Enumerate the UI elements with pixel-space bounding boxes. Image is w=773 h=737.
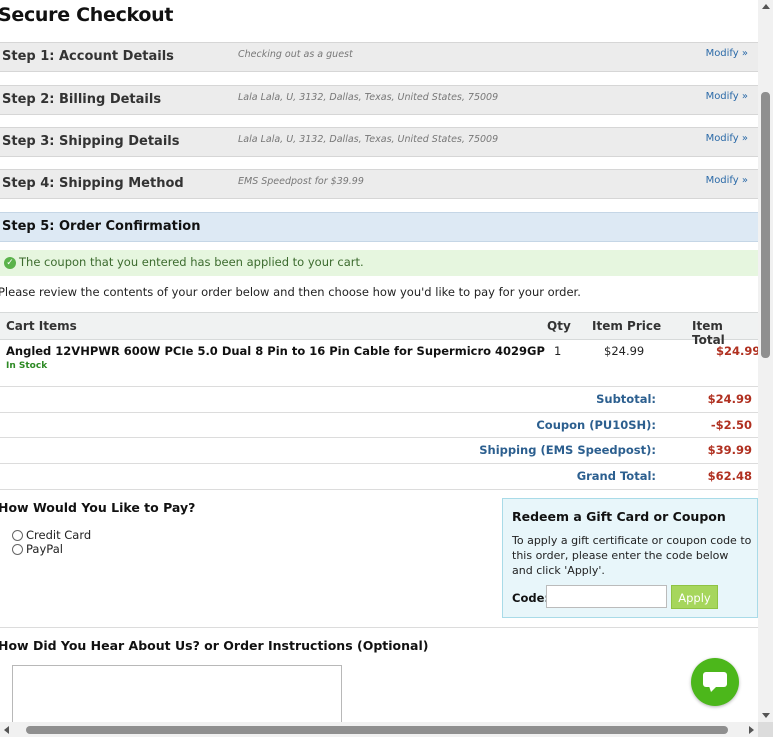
gift-card-description: To apply a gift certificate or coupon co… <box>512 534 752 577</box>
payment-section-title: How Would You Like to Pay? <box>0 500 196 515</box>
scrollbar-thumb[interactable] <box>761 92 770 358</box>
summary-label: Subtotal: <box>596 392 656 406</box>
gift-card-title: Redeem a Gift Card or Coupon <box>512 509 726 524</box>
step-label: Step 2: Billing Details <box>2 92 162 107</box>
coupon-success-notice: ✓ The coupon that you entered has been a… <box>0 250 758 276</box>
step-label: Step 3: Shipping Details <box>2 134 180 149</box>
credit-card-label[interactable]: Credit Card <box>26 528 91 542</box>
step-info: Checking out as a guest <box>238 49 353 60</box>
paypal-radio[interactable] <box>12 544 23 555</box>
item-name[interactable]: Angled 12VHPWR 600W PCIe 5.0 Dual 8 Pin … <box>6 344 545 358</box>
shipping-row: Shipping (EMS Speedpost): $39.99 <box>0 437 758 463</box>
item-qty: 1 <box>554 344 562 358</box>
scroll-left-arrow-icon[interactable] <box>4 726 9 734</box>
code-label: Code: <box>512 591 549 605</box>
summary-label: Coupon (PU10SH): <box>536 418 656 432</box>
stock-status: In Stock <box>6 361 48 371</box>
summary-label: Grand Total: <box>576 469 656 483</box>
checkout-page: Secure Checkout Step 1: Account Details … <box>0 0 758 722</box>
chat-bubble-icon <box>703 672 727 692</box>
scroll-up-arrow-icon[interactable] <box>762 4 770 9</box>
check-circle-icon: ✓ <box>4 257 16 269</box>
scrollbar-thumb[interactable] <box>26 726 728 734</box>
apply-button[interactable]: Apply <box>671 585 718 609</box>
step-account-details: Step 1: Account Details Checking out as … <box>0 42 758 72</box>
modify-shipping-method-link[interactable]: Modify » <box>706 175 748 186</box>
gift-card-panel: Redeem a Gift Card or Coupon To apply a … <box>502 498 758 618</box>
chat-button[interactable] <box>691 658 739 706</box>
step-shipping-details: Step 3: Shipping Details Lala Lala, U, 3… <box>0 127 758 157</box>
subtotal-row: Subtotal: $24.99 <box>0 386 758 412</box>
col-cart-items: Cart Items <box>6 319 77 333</box>
summary-label: Shipping (EMS Speedpost): <box>479 443 656 457</box>
notice-message: The coupon that you entered has been app… <box>19 255 364 269</box>
scrollbar-corner <box>758 722 773 737</box>
review-instructions: Please review the contents of your order… <box>0 285 581 299</box>
step-order-confirmation: Step 5: Order Confirmation <box>0 212 758 242</box>
coupon-code-input[interactable] <box>546 585 667 608</box>
summary-value: $24.99 <box>707 392 752 406</box>
horizontal-scrollbar[interactable] <box>0 722 758 737</box>
grand-total-row: Grand Total: $62.48 <box>0 463 758 489</box>
scroll-down-arrow-icon[interactable] <box>762 713 770 718</box>
col-item-total: Item Total <box>692 319 725 347</box>
step-info: Lala Lala, U, 3132, Dallas, Texas, Unite… <box>238 92 499 103</box>
paypal-label[interactable]: PayPal <box>26 542 63 556</box>
divider <box>0 627 758 628</box>
summary-value: $39.99 <box>707 443 752 457</box>
step-shipping-method: Step 4: Shipping Method EMS Speedpost fo… <box>0 169 758 199</box>
col-qty: Qty <box>547 319 571 333</box>
item-price: $24.99 <box>604 344 645 358</box>
step-label: Step 4: Shipping Method <box>2 176 184 191</box>
page-title: Secure Checkout <box>0 4 174 26</box>
item-total: $24.99 <box>716 344 758 358</box>
credit-card-radio[interactable] <box>12 530 23 541</box>
vertical-scrollbar[interactable] <box>758 0 773 722</box>
instructions-title: How Did You Hear About Us? or Order Inst… <box>0 638 429 653</box>
step-label: Step 5: Order Confirmation <box>2 219 201 234</box>
coupon-row: Coupon (PU10SH): -$2.50 <box>0 412 758 438</box>
summary-value: -$2.50 <box>710 418 752 432</box>
step-info: EMS Speedpost for $39.99 <box>238 176 364 187</box>
modify-shipping-link[interactable]: Modify » <box>706 133 748 144</box>
modify-billing-link[interactable]: Modify » <box>706 91 748 102</box>
modify-account-link[interactable]: Modify » <box>706 48 748 59</box>
scroll-right-arrow-icon[interactable] <box>749 726 754 734</box>
summary-value: $62.48 <box>707 469 752 483</box>
step-label: Step 1: Account Details <box>2 49 174 64</box>
step-billing-details: Step 2: Billing Details Lala Lala, U, 31… <box>0 85 758 115</box>
divider <box>0 489 758 490</box>
order-instructions-textarea[interactable] <box>12 665 342 722</box>
step-info: Lala Lala, U, 3132, Dallas, Texas, Unite… <box>238 134 499 145</box>
col-item-price: Item Price <box>592 319 662 333</box>
cart-table-header: Cart Items Qty Item Price Item Total <box>0 312 758 347</box>
